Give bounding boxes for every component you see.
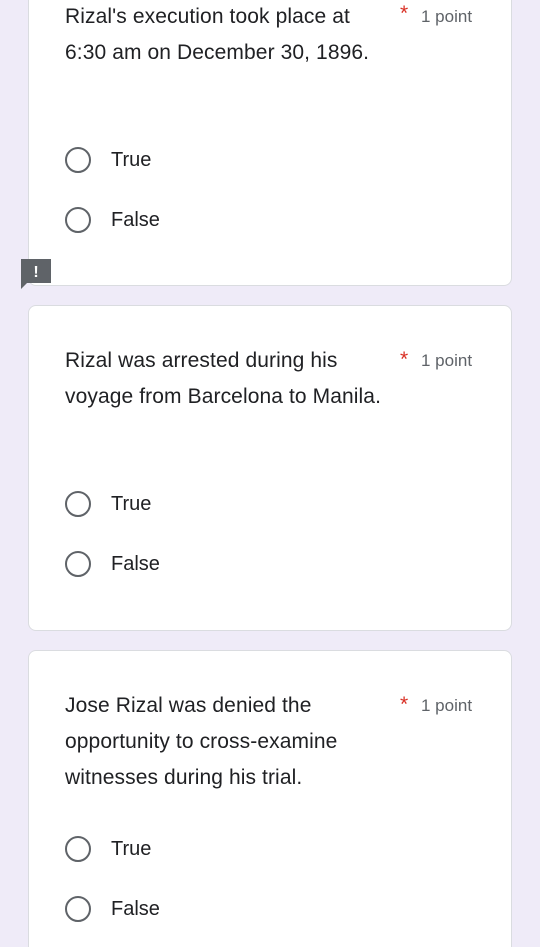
option-label: False — [111, 208, 160, 231]
error-flag-glyph: ! — [33, 264, 38, 281]
option-true[interactable]: True — [65, 144, 151, 176]
question-card-3: Jose Rizal was denied the opportunity to… — [28, 650, 512, 947]
required-asterisk: * — [400, 2, 409, 25]
option-label: True — [111, 837, 152, 860]
option-false[interactable]: False — [65, 204, 160, 236]
question-text: Rizal's execution took place at 6:30 am … — [65, 5, 370, 64]
question-card-2: Rizal was arrested during his voyage fro… — [28, 305, 512, 631]
question-points: 1 point — [421, 7, 473, 26]
question-card-1: Rizal's execution took place at 6:30 am … — [28, 0, 512, 286]
question-points: 1 point — [421, 696, 473, 715]
option-label: False — [111, 552, 160, 575]
question-text: Rizal was arrested during his voyage fro… — [65, 349, 382, 408]
radio-button-icon[interactable] — [65, 491, 91, 517]
required-asterisk: * — [400, 348, 409, 371]
option-label: True — [111, 492, 152, 515]
radio-button-icon[interactable] — [65, 207, 91, 233]
question-text: Jose Rizal was denied the opportunity to… — [65, 694, 338, 789]
question-points: 1 point — [421, 351, 473, 370]
error-flag-icon: ! — [21, 259, 51, 289]
option-true[interactable]: True — [65, 833, 151, 865]
radio-button-icon[interactable] — [65, 147, 91, 173]
radio-button-icon[interactable] — [65, 896, 91, 922]
radio-button-icon[interactable] — [65, 836, 91, 862]
radio-button-icon[interactable] — [65, 551, 91, 577]
option-true[interactable]: True — [65, 488, 151, 520]
option-label: True — [111, 148, 152, 171]
option-label: False — [111, 897, 160, 920]
option-false[interactable]: False — [65, 893, 160, 925]
required-asterisk: * — [400, 693, 409, 716]
option-false[interactable]: False — [65, 548, 160, 580]
form-page: Rizal's execution took place at 6:30 am … — [0, 0, 540, 947]
